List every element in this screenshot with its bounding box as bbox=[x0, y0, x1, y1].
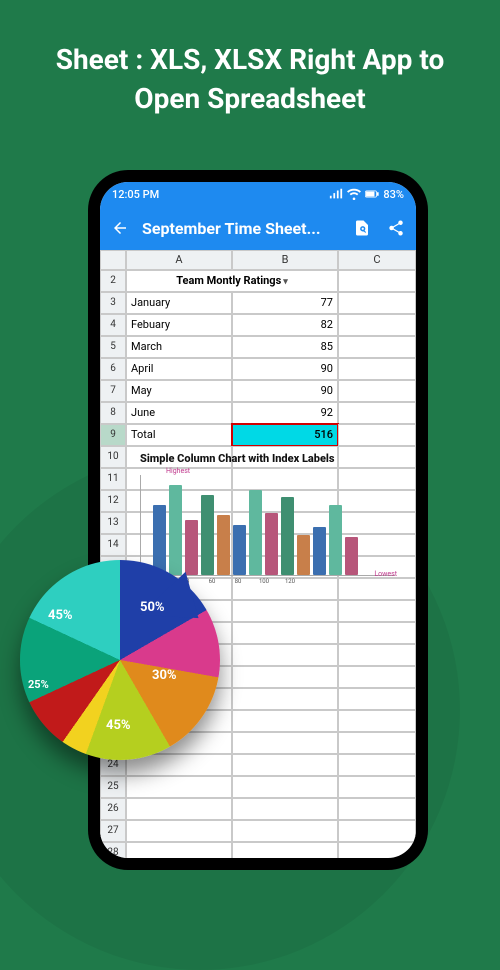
row-head[interactable]: 9 bbox=[100, 424, 126, 446]
col-a[interactable]: A bbox=[126, 250, 232, 270]
col-c[interactable]: C bbox=[338, 250, 416, 270]
row-head[interactable]: 12 bbox=[100, 490, 126, 512]
pie-label: 50% bbox=[140, 600, 165, 615]
battery-pct: 83% bbox=[383, 188, 404, 201]
col-b[interactable]: B bbox=[232, 250, 338, 270]
bar bbox=[265, 513, 278, 575]
battery-icon bbox=[365, 188, 379, 200]
table-cell[interactable]: March bbox=[126, 336, 232, 358]
row-head[interactable]: 6 bbox=[100, 358, 126, 380]
row-head[interactable]: 26 bbox=[100, 798, 126, 820]
pie-label: 25% bbox=[28, 678, 49, 691]
x-tick: 120 bbox=[280, 578, 300, 585]
row-head[interactable]: 5 bbox=[100, 336, 126, 358]
search-button[interactable] bbox=[350, 219, 374, 237]
bar bbox=[297, 535, 310, 575]
table-cell[interactable] bbox=[338, 314, 416, 336]
row-head[interactable]: 11 bbox=[100, 468, 126, 490]
signal-icon bbox=[329, 188, 343, 200]
total-label[interactable]: Total bbox=[126, 424, 232, 446]
wifi-icon bbox=[347, 188, 361, 200]
row-head[interactable]: 28 bbox=[100, 842, 126, 858]
pie-label: 45% bbox=[48, 608, 73, 623]
table-cell[interactable] bbox=[338, 292, 416, 314]
table-cell[interactable] bbox=[338, 380, 416, 402]
bar bbox=[329, 505, 342, 575]
column-headers: A B C bbox=[100, 250, 416, 270]
bar bbox=[345, 537, 358, 575]
row-head[interactable]: 27 bbox=[100, 820, 126, 842]
app-title: September Time Sheet... bbox=[142, 219, 340, 238]
row-head[interactable]: 14 bbox=[100, 534, 126, 556]
bar bbox=[249, 490, 262, 575]
filter-icon[interactable]: ▾ bbox=[283, 272, 288, 292]
table-cell[interactable]: April bbox=[126, 358, 232, 380]
table-cell[interactable]: June bbox=[126, 402, 232, 424]
pie-chart: 45% 50% 30% 45% 25% bbox=[20, 560, 240, 780]
table-cell[interactable]: May bbox=[126, 380, 232, 402]
share-icon bbox=[387, 219, 405, 237]
row-head[interactable]: 4 bbox=[100, 314, 126, 336]
table-cell[interactable] bbox=[338, 358, 416, 380]
back-button[interactable] bbox=[108, 219, 132, 237]
table-cell[interactable] bbox=[338, 402, 416, 424]
table-cell[interactable]: 77 bbox=[232, 292, 338, 314]
table-cell[interactable]: 90 bbox=[232, 358, 338, 380]
pie-label: 30% bbox=[152, 668, 177, 683]
table-cell[interactable]: 85 bbox=[232, 336, 338, 358]
pie-label: 45% bbox=[106, 718, 131, 733]
row-head[interactable]: 10 bbox=[100, 446, 126, 468]
status-time: 12:05 PM bbox=[112, 188, 159, 201]
table-cell[interactable]: Febuary bbox=[126, 314, 232, 336]
lowest-annotation: Lowest bbox=[374, 570, 397, 578]
row-head[interactable]: 8 bbox=[100, 402, 126, 424]
row-head[interactable]: 3 bbox=[100, 292, 126, 314]
share-button[interactable] bbox=[384, 219, 408, 237]
total-cell-selected[interactable]: 516 bbox=[232, 424, 338, 446]
row-head[interactable]: 7 bbox=[100, 380, 126, 402]
bar-chart-title: Simple Column Chart with Index Labels bbox=[140, 452, 335, 465]
arrow-left-icon bbox=[111, 219, 129, 237]
bar bbox=[313, 527, 326, 575]
table-header[interactable]: Team Montly Ratings▾ bbox=[126, 270, 338, 292]
headline: Sheet : XLS, XLSX Right App to Open Spre… bbox=[0, 0, 500, 138]
x-tick: 100 bbox=[254, 578, 274, 585]
table-cell[interactable]: 90 bbox=[232, 380, 338, 402]
row-head[interactable]: 2 bbox=[100, 270, 126, 292]
table-cell[interactable] bbox=[338, 336, 416, 358]
table-cell[interactable]: 82 bbox=[232, 314, 338, 336]
table-cell[interactable]: January bbox=[126, 292, 232, 314]
table-cell[interactable]: 92 bbox=[232, 402, 338, 424]
document-search-icon bbox=[353, 219, 371, 237]
status-bar: 12:05 PM 83% bbox=[100, 182, 416, 206]
bar bbox=[281, 497, 294, 575]
app-bar: September Time Sheet... bbox=[100, 206, 416, 250]
row-head[interactable]: 13 bbox=[100, 512, 126, 534]
highest-annotation: Highest bbox=[166, 467, 190, 475]
